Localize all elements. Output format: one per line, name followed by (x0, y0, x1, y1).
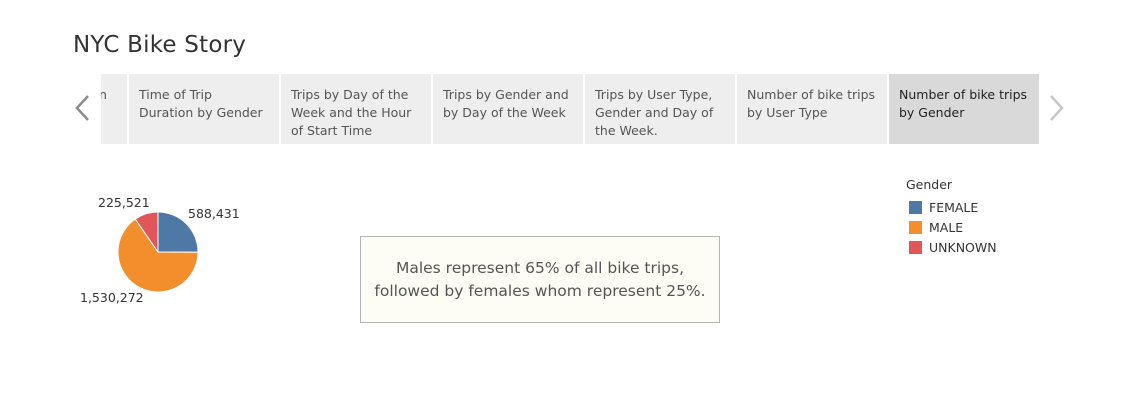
legend-item-unknown[interactable]: UNKNOWN (909, 237, 997, 257)
legend-swatch (909, 200, 922, 214)
story-title: NYC Bike Story (73, 32, 247, 58)
legend-label: MALE (929, 219, 964, 235)
story-point-6[interactable]: Number of bike trips by Gender (889, 74, 1039, 144)
pie-value-label: 1,530,272 (80, 290, 144, 305)
legend-item-male[interactable]: MALE (909, 217, 997, 237)
story-point-3[interactable]: Trips by Gender and by Day of the Week (433, 74, 583, 144)
story-point-4[interactable]: Trips by User Type, Gender and Day of th… (585, 74, 735, 144)
legend: Gender FEMALE MALE UNKNOWN (906, 177, 997, 257)
legend-label: FEMALE (929, 199, 979, 215)
pie-chart: 588,431 1,530,272 225,521 (80, 195, 240, 305)
story-point-label: Number of bike trips by User Type (747, 87, 876, 120)
story-point-label: Trips by User Type, Gender and Day of th… (595, 87, 714, 138)
story-point-0[interactable]: n (101, 74, 127, 144)
story-point-label: Time of Trip Duration by Gender (139, 87, 263, 120)
story-point-label: Trips by Gender and by Day of the Week (443, 87, 569, 120)
story-point-5[interactable]: Number of bike trips by User Type (737, 74, 887, 144)
story-point-label: n (101, 87, 107, 102)
annotation-text: Males represent 65% of all bike trips, f… (374, 258, 706, 300)
story-point-label: Number of bike trips by Gender (899, 87, 1028, 120)
legend-title: Gender (906, 177, 953, 192)
chevron-left-icon[interactable] (70, 92, 96, 124)
story-navigator: n Time of Trip Duration by Gender Trips … (101, 74, 1039, 144)
pie-value-label: 225,521 (98, 195, 150, 210)
story-point-label: Trips by Day of the Week and the Hour of… (291, 87, 412, 138)
legend-swatch (909, 240, 922, 254)
pie-value-label: 588,431 (188, 206, 240, 221)
legend-swatch (909, 220, 922, 234)
legend-item-female[interactable]: FEMALE (909, 197, 997, 217)
annotation-box: Males represent 65% of all bike trips, f… (360, 236, 720, 323)
story-point-1[interactable]: Time of Trip Duration by Gender (129, 74, 279, 144)
chevron-right-icon[interactable] (1043, 92, 1069, 124)
story-point-2[interactable]: Trips by Day of the Week and the Hour of… (281, 74, 431, 144)
legend-label: UNKNOWN (929, 239, 997, 255)
